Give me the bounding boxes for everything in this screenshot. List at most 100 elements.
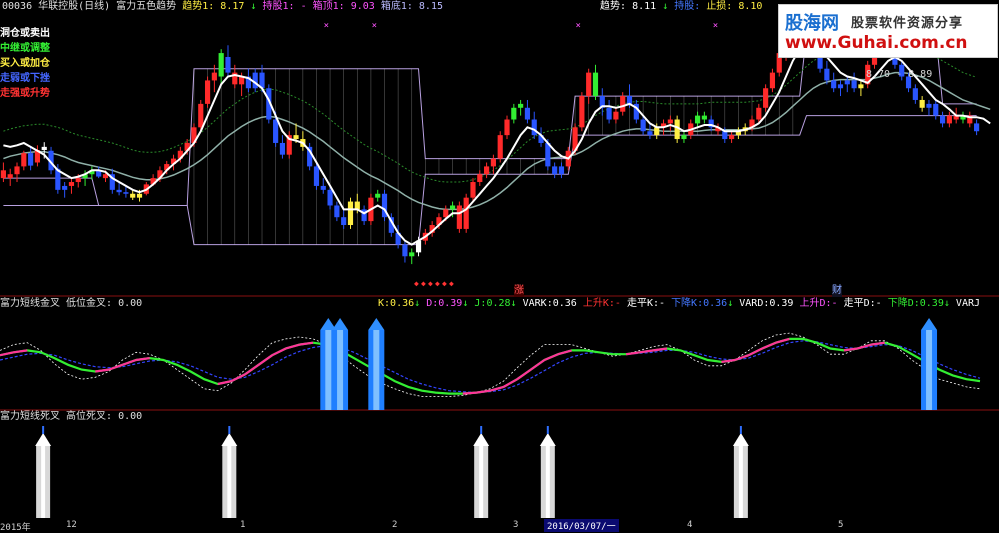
vard-label: VARD: [739,298,770,309]
candle-body [919,99,925,108]
kdj-j-line [0,332,981,397]
k-label: K: [378,298,391,309]
flatd-value: - [875,298,882,309]
candle-body [729,135,735,140]
kdj-k-rising-segment [95,368,110,373]
watermark-brand: 股海网 [785,13,839,34]
death-panel-title: 富力短线死叉 [0,411,60,422]
kdj-values-bar: K:0.36↓ D:0.39↓ J:0.28↓ VARK:0.36 上升K:- … [378,298,980,310]
watermark-tagline: 股票软件资源分享 [851,16,964,31]
candle-body [851,80,857,89]
vard-value: 0.39 [769,298,794,309]
candle-body [116,189,122,193]
candle-body [68,182,75,186]
candle-body [926,103,932,108]
candle-body [606,107,612,120]
candle-body [62,185,68,190]
chart-canvas[interactable]: ×××××◆◆◆◆◆◆ [0,0,999,532]
candle-body [218,53,224,77]
candle-body [279,142,286,155]
candle-body [933,103,939,116]
header-bar-right: 趋势: 8.11 ↓ 持股: 止损: 8.10 [600,1,762,13]
down-arrow-icon: ↓ [943,298,950,309]
box-top-value: 9.03 [350,1,375,12]
mark-cai: 财 [832,285,842,297]
legend-item-weak: 走弱或下挫 [0,73,50,84]
cursor-date: 2016/03/07/一 [544,519,619,532]
hold2-label: 持股: [674,1,701,12]
upd-value: - [831,298,838,309]
legend-item-relay: 中继或调整 [0,43,50,54]
x-tick-label: 4 [687,520,693,530]
j-label: J: [474,298,487,309]
candle-body [511,107,517,120]
x-tick-label: 2 [392,520,398,530]
candle-body [858,84,864,89]
trend-label: 趋势: [600,1,627,12]
death-cross-pillar-highlight [545,446,550,518]
stop-value: 8.10 [738,1,763,12]
x-tick-label: 2015年 [0,523,31,533]
kdj-k-line [0,337,981,395]
kdj-k-rising-segment [557,349,572,356]
main-price-panel: ×××××◆◆◆◆◆◆ [0,21,999,411]
candle-body [41,146,47,150]
upk-value: - [614,298,621,309]
kdj-k-rising-segment [135,356,150,362]
candle-body [463,197,469,229]
candle-body [613,111,619,120]
candle-body [831,80,837,89]
hold1-label: 持股1: [262,1,295,12]
candle-body [939,115,946,124]
x-tick-label: 3 [513,520,519,530]
candle-body [524,107,531,120]
red-diamond-marker: ◆ [442,279,447,288]
watermark-url: www.Guhai.com.cn [785,33,968,53]
kdj-k-rising-segment [857,343,872,350]
kdj-k-rising-segment [625,351,640,356]
low-cross-label: 低位金叉: [66,298,113,309]
candle-body [647,131,653,136]
legend-item-buy: 买入或加仓 [0,58,50,69]
kdj-k-rising-segment [721,358,736,364]
support-dashed-line [3,44,977,183]
red-diamond-marker: ◆ [414,279,419,288]
candle-body [763,88,769,108]
golden-cross-pillar-highlight [337,330,344,410]
candle-body [14,166,20,175]
death-cross-pillar-top [35,433,52,446]
kdj-k-rising-segment [870,341,885,346]
stock-title: 00036 华联控股(日线) 富力五色趋势 [2,1,177,12]
down-arrow-icon: ↓ [662,1,669,12]
death-cross-panel [35,426,749,518]
death-cross-pillar-highlight [738,446,743,518]
mark-zhang: 涨 [514,285,524,297]
trend-value: 8.11 [632,1,657,12]
kdj-panel-header: 富力短线金叉 低位金叉: 0.00 [0,298,142,310]
downk-label: 下降K: [671,298,704,309]
candle-body [21,153,27,167]
d-label: D: [426,298,439,309]
death-cross-pillar-top [221,433,238,446]
header-bar: 00036 华联控股(日线) 富力五色趋势 趋势1: 8.17 ↓ 持股1: -… [2,1,443,13]
candle-body [204,80,211,104]
candle-body [313,166,320,186]
down-arrow-icon: ↓ [414,298,421,309]
kdj-k-rising-segment [0,351,14,357]
k-value: 0.36 [390,298,415,309]
signal-legend: 洞仓或卖出 中继或调整 买入或加仓 走弱或下挫 走强或升势 [0,26,50,101]
kdj-k-rising-segment [843,347,858,352]
high-cross-value: 0.00 [118,411,143,422]
candle-body [375,193,381,198]
d-value: 0.39 [438,298,463,309]
kdj-panel-title: 富力短线金叉 [0,298,60,309]
candle-body [504,119,510,136]
candle-body [354,201,360,210]
low-cross-value: 0.00 [118,298,143,309]
downd-label: 下降D: [887,298,920,309]
downk-value: 0.36 [703,298,728,309]
candle-body [579,96,585,128]
candle-body [136,193,143,198]
death-panel-header: 富力短线死叉 高位死叉: 0.00 [0,411,142,423]
high-cross-label: 高位死叉: [66,411,113,422]
